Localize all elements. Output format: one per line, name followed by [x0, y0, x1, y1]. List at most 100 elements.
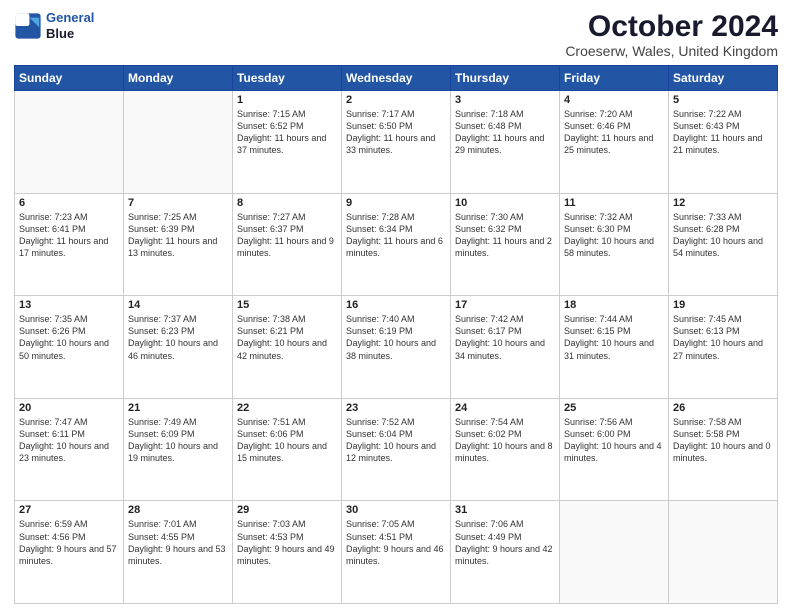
calendar-cell: 22Sunrise: 7:51 AM Sunset: 6:06 PM Dayli…: [233, 398, 342, 501]
cell-daylight-info: Sunrise: 7:32 AM Sunset: 6:30 PM Dayligh…: [564, 211, 664, 260]
day-number: 29: [237, 504, 337, 516]
day-header-wednesday: Wednesday: [342, 66, 451, 91]
calendar-cell: 18 Sunrise: 7:44 AM Sunset: 6:15 PM Dayli…: [560, 296, 669, 399]
calendar-cell: 24 Sunrise: 7:54 AM Sunset: 6:02 PM Dayli…: [451, 398, 560, 501]
calendar-table: SundayMondayTuesdayWednesdayThursdayFrid…: [14, 65, 778, 604]
calendar-cell: 13 Sunrise: 7:35 AM Sunset: 6:26 PM Dayli…: [15, 296, 124, 399]
cell-daylight-info: Sunrise: 7:06 AM Sunset: 4:49 PM Dayligh…: [455, 518, 555, 567]
day-number: 25: [564, 402, 664, 414]
cell-daylight-info: Sunrise: 7:54 AM Sunset: 6:02 PM Dayligh…: [455, 416, 555, 465]
week-row-1: 1Sunrise: 7:15 AM Sunset: 6:52 PM Daylig…: [15, 91, 778, 194]
calendar-cell: 16 Sunrise: 7:40 AM Sunset: 6:19 PM Dayli…: [342, 296, 451, 399]
cell-daylight-info: Sunrise: 7:44 AM Sunset: 6:15 PM Dayligh…: [564, 313, 664, 362]
day-number: 15: [237, 299, 337, 311]
cell-daylight-info: Sunrise: 7:05 AM Sunset: 4:51 PM Dayligh…: [346, 518, 446, 567]
cell-daylight-info: Sunrise: 7:56 AM Sunset: 6:00 PM Dayligh…: [564, 416, 664, 465]
day-number: 23: [346, 402, 446, 414]
day-header-friday: Friday: [560, 66, 669, 91]
calendar-cell: 28 Sunrise: 7:01 AM Sunset: 4:55 PM Dayli…: [124, 501, 233, 604]
calendar-cell: 25 Sunrise: 7:56 AM Sunset: 6:00 PM Dayli…: [560, 398, 669, 501]
calendar-cell: 26 Sunrise: 7:58 AM Sunset: 5:58 PM Dayli…: [669, 398, 778, 501]
calendar-cell: 1Sunrise: 7:15 AM Sunset: 6:52 PM Daylig…: [233, 91, 342, 194]
day-number: 11: [564, 197, 664, 209]
calendar-cell: [124, 91, 233, 194]
cell-daylight-info: Sunrise: 7:27 AM Sunset: 6:37 PM Dayligh…: [237, 211, 337, 260]
day-header-thursday: Thursday: [451, 66, 560, 91]
calendar-cell: 19Sunrise: 7:45 AM Sunset: 6:13 PM Dayli…: [669, 296, 778, 399]
day-number: 8: [237, 197, 337, 209]
cell-daylight-info: Sunrise: 7:49 AM Sunset: 6:09 PM Dayligh…: [128, 416, 228, 465]
cell-daylight-info: Sunrise: 7:17 AM Sunset: 6:50 PM Dayligh…: [346, 108, 446, 157]
day-number: 3: [455, 94, 555, 106]
calendar-cell: 21 Sunrise: 7:49 AM Sunset: 6:09 PM Dayli…: [124, 398, 233, 501]
day-number: 13: [19, 299, 119, 311]
calendar-cell: 6 Sunrise: 7:23 AM Sunset: 6:41 PM Daylig…: [15, 193, 124, 296]
cell-daylight-info: Sunrise: 7:15 AM Sunset: 6:52 PM Dayligh…: [237, 108, 337, 157]
day-number: 18: [564, 299, 664, 311]
cell-daylight-info: Sunrise: 7:58 AM Sunset: 5:58 PM Dayligh…: [673, 416, 773, 465]
day-number: 26: [673, 402, 773, 414]
main-title: October 2024: [565, 10, 778, 43]
title-block: October 2024 Croeserw, Wales, United Kin…: [565, 10, 778, 59]
subtitle: Croeserw, Wales, United Kingdom: [565, 43, 778, 59]
day-number: 17: [455, 299, 555, 311]
day-number: 24: [455, 402, 555, 414]
cell-daylight-info: Sunrise: 7:20 AM Sunset: 6:46 PM Dayligh…: [564, 108, 664, 157]
calendar-cell: 3Sunrise: 7:18 AM Sunset: 6:48 PM Daylig…: [451, 91, 560, 194]
calendar-header-row: SundayMondayTuesdayWednesdayThursdayFrid…: [15, 66, 778, 91]
cell-daylight-info: Sunrise: 7:35 AM Sunset: 6:26 PM Dayligh…: [19, 313, 119, 362]
logo-icon: [14, 12, 42, 40]
day-number: 27: [19, 504, 119, 516]
cell-daylight-info: Sunrise: 7:22 AM Sunset: 6:43 PM Dayligh…: [673, 108, 773, 157]
day-number: 5: [673, 94, 773, 106]
day-number: 21: [128, 402, 228, 414]
cell-daylight-info: Sunrise: 7:01 AM Sunset: 4:55 PM Dayligh…: [128, 518, 228, 567]
week-row-4: 20Sunrise: 7:47 AM Sunset: 6:11 PM Dayli…: [15, 398, 778, 501]
cell-daylight-info: Sunrise: 7:38 AM Sunset: 6:21 PM Dayligh…: [237, 313, 337, 362]
cell-daylight-info: Sunrise: 7:40 AM Sunset: 6:19 PM Dayligh…: [346, 313, 446, 362]
cell-daylight-info: Sunrise: 7:23 AM Sunset: 6:41 PM Dayligh…: [19, 211, 119, 260]
calendar-cell: 4Sunrise: 7:20 AM Sunset: 6:46 PM Daylig…: [560, 91, 669, 194]
cell-daylight-info: Sunrise: 7:52 AM Sunset: 6:04 PM Dayligh…: [346, 416, 446, 465]
day-header-saturday: Saturday: [669, 66, 778, 91]
day-header-tuesday: Tuesday: [233, 66, 342, 91]
week-row-2: 6 Sunrise: 7:23 AM Sunset: 6:41 PM Daylig…: [15, 193, 778, 296]
calendar-cell: 5 Sunrise: 7:22 AM Sunset: 6:43 PM Daylig…: [669, 91, 778, 194]
day-number: 2: [346, 94, 446, 106]
cell-daylight-info: Sunrise: 7:33 AM Sunset: 6:28 PM Dayligh…: [673, 211, 773, 260]
calendar-cell: 29 Sunrise: 7:03 AM Sunset: 4:53 PM Dayli…: [233, 501, 342, 604]
day-number: 12: [673, 197, 773, 209]
logo: General Blue: [14, 10, 94, 41]
day-header-monday: Monday: [124, 66, 233, 91]
day-header-sunday: Sunday: [15, 66, 124, 91]
calendar-cell: 8 Sunrise: 7:27 AM Sunset: 6:37 PM Daylig…: [233, 193, 342, 296]
calendar-cell: 10Sunrise: 7:30 AM Sunset: 6:32 PM Dayli…: [451, 193, 560, 296]
cell-daylight-info: Sunrise: 7:25 AM Sunset: 6:39 PM Dayligh…: [128, 211, 228, 260]
logo-text: General Blue: [46, 10, 94, 41]
day-number: 6: [19, 197, 119, 209]
calendar-cell: [15, 91, 124, 194]
day-number: 30: [346, 504, 446, 516]
cell-daylight-info: Sunrise: 7:42 AM Sunset: 6:17 PM Dayligh…: [455, 313, 555, 362]
day-number: 19: [673, 299, 773, 311]
calendar-cell: 11 Sunrise: 7:32 AM Sunset: 6:30 PM Dayli…: [560, 193, 669, 296]
calendar-cell: 9Sunrise: 7:28 AM Sunset: 6:34 PM Daylig…: [342, 193, 451, 296]
cell-daylight-info: Sunrise: 7:30 AM Sunset: 6:32 PM Dayligh…: [455, 211, 555, 260]
cell-daylight-info: Sunrise: 7:03 AM Sunset: 4:53 PM Dayligh…: [237, 518, 337, 567]
day-number: 28: [128, 504, 228, 516]
calendar-cell: 20Sunrise: 7:47 AM Sunset: 6:11 PM Dayli…: [15, 398, 124, 501]
day-number: 20: [19, 402, 119, 414]
day-number: 31: [455, 504, 555, 516]
cell-daylight-info: Sunrise: 7:51 AM Sunset: 6:06 PM Dayligh…: [237, 416, 337, 465]
logo-line1: General: [46, 10, 94, 25]
calendar-cell: 23 Sunrise: 7:52 AM Sunset: 6:04 PM Dayli…: [342, 398, 451, 501]
cell-daylight-info: Sunrise: 6:59 AM Sunset: 4:56 PM Dayligh…: [19, 518, 119, 567]
calendar-cell: 15 Sunrise: 7:38 AM Sunset: 6:21 PM Dayli…: [233, 296, 342, 399]
calendar-cell: 2 Sunrise: 7:17 AM Sunset: 6:50 PM Daylig…: [342, 91, 451, 194]
calendar-cell: 31 Sunrise: 7:06 AM Sunset: 4:49 PM Dayli…: [451, 501, 560, 604]
calendar-cell: 14Sunrise: 7:37 AM Sunset: 6:23 PM Dayli…: [124, 296, 233, 399]
day-number: 14: [128, 299, 228, 311]
logo-line2: Blue: [46, 26, 94, 42]
day-number: 16: [346, 299, 446, 311]
day-number: 7: [128, 197, 228, 209]
